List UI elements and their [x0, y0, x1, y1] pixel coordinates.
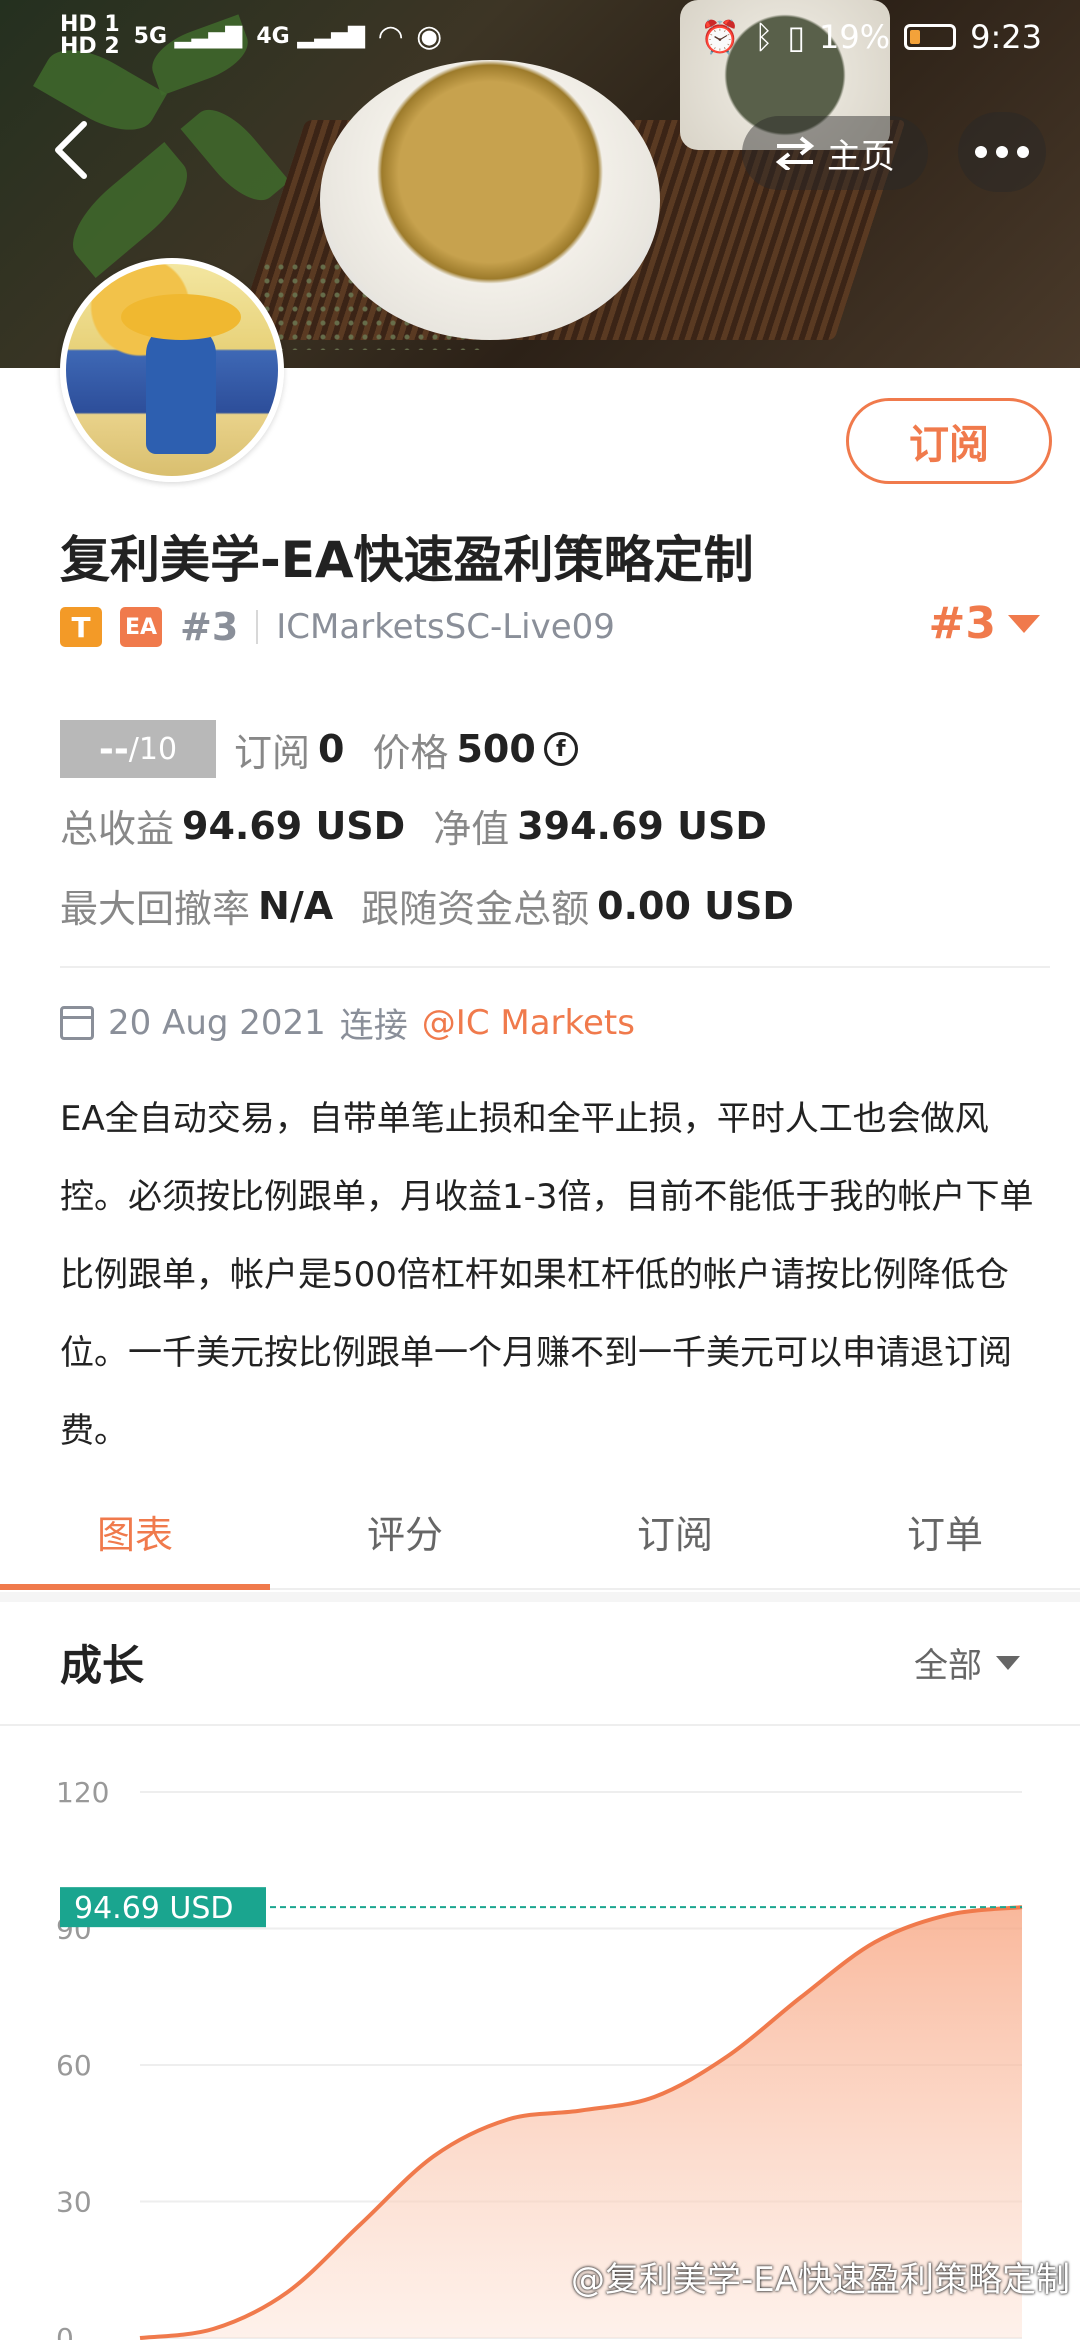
score-value: --	[98, 728, 129, 770]
triangle-down-icon	[1008, 614, 1040, 633]
badge-t: T	[60, 607, 102, 647]
net2-label: 4G	[256, 23, 290, 49]
more-dot	[996, 146, 1008, 158]
tab-chart[interactable]: 图表	[0, 1490, 270, 1590]
growth-chart: 0306090120 94.69 USD	[56, 1776, 1023, 2340]
signal-4g-icon: 4G ▂▃▅▇	[256, 23, 366, 49]
subscribe-button[interactable]: 订阅	[846, 398, 1052, 484]
avatar[interactable]	[60, 258, 284, 482]
bluetooth-icon: ᛒ	[754, 18, 774, 56]
hd1-label: HD 1	[60, 12, 120, 37]
y-tick-label: 0	[56, 2322, 74, 2340]
badge-ea: EA	[120, 607, 162, 647]
avatar-figure	[146, 324, 216, 454]
clock: 9:23	[970, 18, 1042, 56]
tab-bar: 图表 评分 订阅 订单	[0, 1490, 1080, 1590]
strategy-description: EA全自动交易，自带单笔止损和全平止损，平时人工也会做风控。必须按比例跟单，月收…	[60, 1099, 1034, 1451]
back-button[interactable]	[50, 118, 100, 179]
signal-5g-icon: 5G ▂▃▅▇	[133, 23, 243, 49]
stats-row-1: -- /10 订阅 0 价格 500 f	[60, 720, 578, 778]
swap-icon	[775, 136, 815, 170]
connect-label: 连接	[339, 1006, 408, 1046]
drawdown-label: 最大回撤率	[60, 887, 251, 931]
battery-icon	[904, 24, 957, 50]
tea-cup	[320, 60, 660, 340]
wifi-icon: ◠	[379, 18, 403, 54]
home-label: 主页	[827, 136, 895, 177]
equity-label: 净值	[433, 807, 510, 851]
section-gap	[0, 1592, 1080, 1602]
total-profit-value: 94.69 USD	[182, 803, 406, 848]
tab-subscription[interactable]: 订阅	[540, 1490, 810, 1588]
coin-icon: f	[543, 732, 578, 766]
broker-link[interactable]: @IC Markets	[422, 1003, 635, 1043]
subs-value: 0	[318, 727, 345, 771]
net1-label: 5G	[133, 23, 168, 49]
rank-small: #3	[180, 605, 239, 649]
equity-value: 394.69 USD	[517, 803, 767, 848]
stats-row-3: 最大回撤率 N/A 跟随资金总额 0.00 USD	[60, 878, 822, 933]
more-dots-icon	[975, 146, 987, 158]
rank-dropdown[interactable]: #3	[929, 598, 1040, 649]
hd2-label: HD 2	[60, 34, 120, 59]
score-max: /10	[128, 731, 178, 767]
connect-date: 20 Aug 2021	[108, 1002, 326, 1043]
y-tick-label: 60	[56, 2049, 92, 2082]
home-button[interactable]: 主页	[742, 116, 928, 190]
more-button[interactable]	[958, 112, 1046, 192]
watermark: @复利美学-EA快速盈利策略定制	[570, 2260, 1070, 2300]
server-name: ICMarketsSC-Live09	[276, 607, 615, 647]
chevron-left-icon	[55, 121, 87, 179]
growth-header: 成长 全部	[0, 1602, 1080, 1726]
range-select[interactable]: 全部	[914, 1638, 1020, 1687]
drawdown-value: N/A	[258, 883, 334, 928]
total-profit-label: 总收益	[60, 807, 175, 851]
status-bar: HD 1 HD 2 5G ▂▃▅▇ 4G ▂▃▅▇ ◠ ◉ ⏰ ᛒ ▯ 19% …	[0, 0, 1080, 80]
more-dot	[1017, 146, 1029, 158]
score-badge: -- /10	[60, 720, 216, 778]
current-value-label: 94.69 USD	[74, 1891, 234, 1926]
y-tick-label: 120	[56, 1776, 109, 1809]
rank-big-label: #3	[928, 598, 996, 649]
alarm-icon: ⏰	[700, 18, 741, 56]
price-label: 价格	[372, 730, 449, 775]
connection-row: 20 Aug 2021 连接 @IC Markets	[60, 998, 635, 1047]
calendar-icon	[60, 1005, 94, 1040]
triangle-down-icon	[996, 1655, 1020, 1670]
vibrate-icon: ▯	[787, 18, 806, 56]
tab-rating[interactable]: 评分	[270, 1490, 540, 1588]
y-tick-label: 30	[56, 2186, 92, 2219]
range-label: 全部	[914, 1646, 982, 1686]
eye-icon: ◉	[416, 18, 443, 54]
tab-orders[interactable]: 订单	[810, 1490, 1080, 1588]
avatar-hat	[121, 294, 241, 340]
follow-funds-label: 跟随资金总额	[361, 887, 590, 931]
leaf-decoration	[180, 96, 290, 214]
divider	[256, 610, 259, 644]
growth-title: 成长	[60, 1641, 145, 1690]
divider	[60, 966, 1050, 968]
battery-percent: 19%	[819, 18, 891, 56]
price-value: 500	[456, 727, 536, 771]
subs-label: 订阅	[234, 730, 311, 775]
stats-row-2: 总收益 94.69 USD 净值 394.69 USD	[60, 798, 795, 853]
follow-funds-value: 0.00 USD	[597, 883, 794, 928]
meta-row: T EA #3 ICMarketsSC-Live09 #3	[60, 598, 1040, 650]
page-title: 复利美学-EA快速盈利策略定制	[60, 531, 754, 589]
